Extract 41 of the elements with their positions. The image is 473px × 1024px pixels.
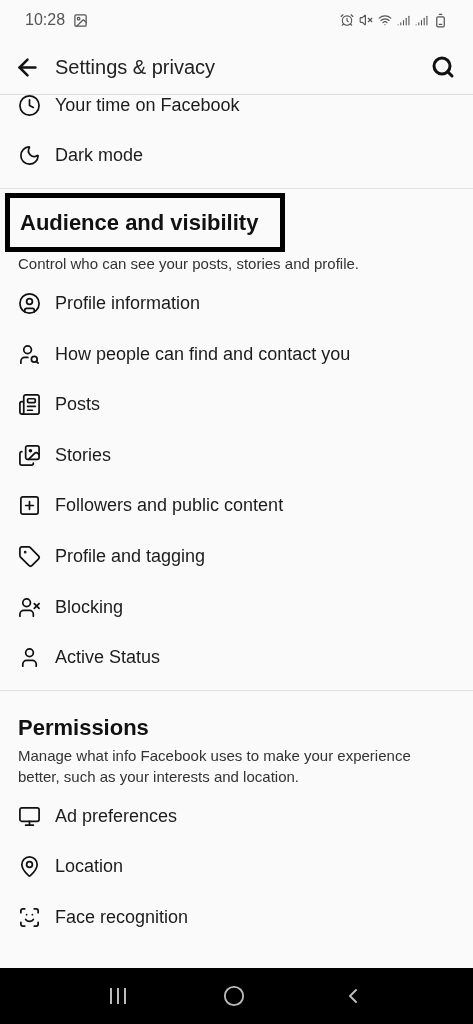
location-pin-icon	[18, 855, 41, 879]
settings-item[interactable]: Your time on Facebook	[0, 80, 473, 131]
images-icon	[18, 443, 41, 467]
alarm-icon	[340, 13, 354, 27]
search-icon[interactable]	[431, 55, 455, 79]
settings-item[interactable]: Location	[0, 841, 473, 893]
settings-item[interactable]: Stories	[0, 429, 473, 481]
newspaper-icon	[18, 393, 41, 417]
settings-item[interactable]: How people can find and contact you	[0, 328, 473, 380]
signal-icon	[397, 13, 410, 27]
user-circle-icon	[18, 292, 41, 315]
page-title: Settings & privacy	[55, 55, 217, 80]
mute-icon	[359, 13, 373, 27]
settings-item[interactable]: Posts	[0, 379, 473, 430]
signal-icon	[415, 13, 428, 27]
home-icon[interactable]	[223, 985, 246, 1007]
settings-item[interactable]: Dark mode	[0, 130, 473, 182]
settings-item[interactable]: Ad preferences	[0, 790, 473, 842]
clock-icon	[18, 93, 41, 117]
section-heading: Audience and visibility	[5, 193, 286, 253]
section-heading: Permissions	[18, 713, 149, 742]
user-blocked-icon	[18, 595, 41, 619]
settings-item[interactable]: Followers and public content	[0, 480, 473, 532]
wifi-icon	[378, 13, 392, 27]
recent-apps-icon[interactable]	[107, 987, 128, 1005]
square-plus-icon	[18, 494, 41, 518]
section-description: Control who can see your posts, stories and profile.	[17, 254, 360, 275]
settings-item[interactable]: Active Status	[0, 632, 473, 683]
status-time: 10:28	[25, 10, 66, 30]
tag-icon	[18, 544, 41, 568]
settings-item[interactable]: Profile information	[0, 278, 473, 329]
battery-icon	[433, 12, 448, 28]
moon-icon	[18, 144, 41, 168]
settings-item[interactable]: Blocking	[0, 581, 473, 633]
section-description: Manage what info Facebook uses to make your experience better, such as your interests and location.	[17, 745, 412, 787]
monitor-icon	[18, 804, 41, 828]
user-search-icon	[18, 342, 41, 366]
settings-item[interactable]: Profile and tagging	[0, 531, 473, 582]
gallery-icon	[73, 12, 89, 28]
settings-item[interactable]: Face recognition	[0, 892, 473, 943]
face-scan-icon	[18, 905, 41, 929]
